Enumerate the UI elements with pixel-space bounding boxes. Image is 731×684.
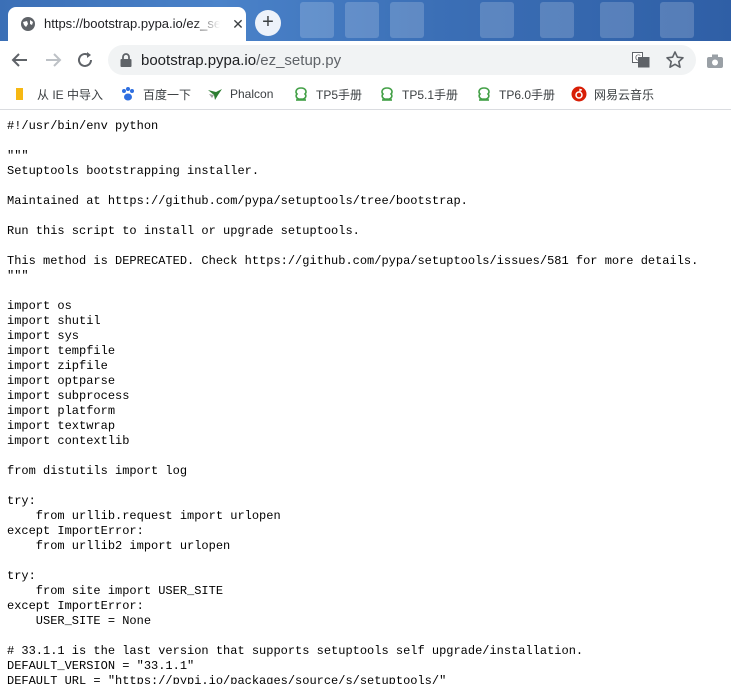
bookmark-phalcon[interactable]: Phalcon (207, 79, 273, 109)
bookmark-label: 百度一下 (143, 87, 192, 102)
bookmark-baidu[interactable]: 百度一下 (120, 79, 191, 109)
bookmark-label: TP5.1手册 (402, 87, 459, 102)
code-line: DEFAULT_URL = "https://pypi.io/packages/… (7, 674, 447, 684)
code-line: import platform (7, 404, 116, 418)
bookmark-tp51[interactable]: TP5.1手册 (379, 79, 458, 109)
code-line: Setuptools bootstrapping installer. (7, 164, 260, 178)
translate-icon[interactable]: G (632, 52, 650, 68)
netease-music-icon (571, 86, 587, 102)
code-line: """ (7, 149, 29, 163)
tab-strip: https://bootstrap.pypa.io/ez_setup.py ✕ … (0, 0, 731, 41)
page-content: #!/usr/bin/env python """ Setuptools boo… (0, 110, 731, 684)
code-line: import os (7, 299, 72, 313)
code-line: try: (7, 494, 36, 508)
address-bar[interactable]: bootstrap.pypa.io/ez_setup.py G (108, 45, 696, 75)
browser-toolbar: bootstrap.pypa.io/ez_setup.py G (0, 41, 731, 79)
code-line: """ (7, 269, 29, 283)
tp-icon (478, 87, 490, 101)
url-path: /ez_setup.py (256, 52, 342, 69)
camera-icon[interactable] (706, 53, 724, 69)
code-line: import subprocess (7, 389, 130, 403)
code-line: try: (7, 569, 36, 583)
code-line: import optparse (7, 374, 116, 388)
code-line: from site import USER_SITE (7, 584, 224, 598)
code-line: This method is DEPRECATED. Check https:/… (7, 254, 699, 268)
tp-icon (381, 87, 393, 101)
code-line: import textwrap (7, 419, 116, 433)
globe-icon (21, 17, 35, 31)
bookmark-label: TP5手册 (316, 87, 363, 102)
code-line: # 33.1.1 is the last version that suppor… (7, 644, 584, 658)
bookmarks-bar: 从 IE 中导入 百度一下 Phalcon TP5手册 TP5.1手册 TP6.… (0, 79, 731, 110)
forward-button[interactable] (42, 49, 64, 71)
bookmark-label: 从 IE 中导入 (37, 87, 104, 102)
desktop-icon (345, 2, 379, 38)
code-line: from distutils import log (7, 464, 188, 478)
code-line: import sys (7, 329, 80, 343)
code-line: Maintained at https://github.com/pypa/se… (7, 194, 468, 208)
svg-text:G: G (635, 54, 641, 63)
bookmark-star-icon[interactable] (665, 50, 685, 70)
bookmark-import-ie[interactable]: 从 IE 中导入 (14, 79, 103, 109)
browser-tab-active[interactable]: https://bootstrap.pypa.io/ez_setup.py ✕ (8, 7, 246, 41)
bookmark-tp5[interactable]: TP5手册 (293, 79, 362, 109)
paw-icon (122, 87, 134, 101)
bird-icon (208, 89, 222, 100)
code-line: #!/usr/bin/env python (7, 119, 159, 133)
desktop-icon (300, 2, 334, 38)
bookmark-label: TP6.0手册 (499, 87, 556, 102)
reload-button[interactable] (74, 49, 96, 71)
plus-icon: + (262, 11, 274, 33)
new-tab-button[interactable]: + (255, 10, 281, 36)
folder-icon (16, 88, 23, 100)
code-line: import shutil (7, 314, 101, 328)
desktop-icon (600, 2, 634, 38)
lock-icon (120, 53, 132, 67)
code-line: DEFAULT_VERSION = "33.1.1" (7, 659, 195, 673)
source-code: #!/usr/bin/env python """ Setuptools boo… (7, 119, 698, 684)
code-line: import contextlib (7, 434, 130, 448)
close-icon[interactable]: ✕ (230, 16, 246, 32)
bookmark-tp60[interactable]: TP6.0手册 (476, 79, 555, 109)
code-line: from urllib2 import urlopen (7, 539, 231, 553)
code-line: from urllib.request import urlopen (7, 509, 281, 523)
desktop-icon (660, 2, 694, 38)
url-text: bootstrap.pypa.io/ez_setup.py (141, 52, 341, 69)
code-line: except ImportError: (7, 524, 144, 538)
bookmark-label: 网易云音乐 (594, 87, 655, 102)
bookmark-netease-music[interactable]: 网易云音乐 (571, 79, 654, 109)
code-line: import zipfile (7, 359, 108, 373)
url-host: bootstrap.pypa.io (141, 52, 257, 69)
desktop-icon (540, 2, 574, 38)
desktop-icon (480, 2, 514, 38)
code-line: except ImportError: (7, 599, 144, 613)
tp-icon (295, 87, 307, 101)
code-line: import tempfile (7, 344, 116, 358)
desktop-icon (390, 2, 424, 38)
bookmark-label: Phalcon (230, 87, 274, 101)
back-button[interactable] (9, 49, 31, 71)
tab-title: https://bootstrap.pypa.io/ez_setup.py (44, 16, 220, 31)
code-line: USER_SITE = None (7, 614, 152, 628)
code-line: Run this script to install or upgrade se… (7, 224, 360, 238)
